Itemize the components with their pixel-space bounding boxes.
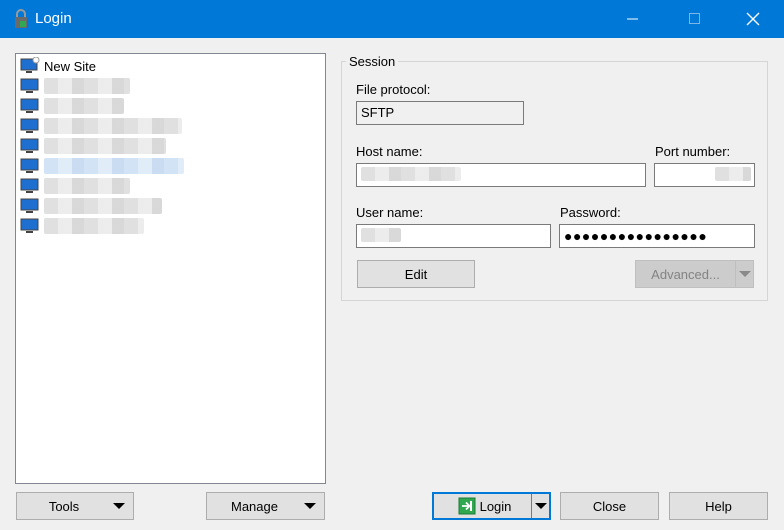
user-name-redacted — [361, 228, 401, 242]
file-protocol-value: SFTP — [361, 105, 395, 120]
site-monitor-icon — [20, 158, 39, 173]
tree-item-label-redacted — [44, 118, 182, 134]
tree-item[interactable] — [20, 216, 144, 236]
site-tree[interactable]: New Site — [15, 53, 326, 484]
tools-button[interactable]: Tools — [16, 492, 134, 520]
edit-button[interactable]: Edit — [357, 260, 475, 288]
manage-button[interactable]: Manage — [206, 492, 325, 520]
minimize-icon — [627, 18, 638, 20]
site-monitor-icon — [20, 178, 39, 193]
tree-item[interactable] — [20, 96, 124, 116]
login-button-label: Login — [479, 498, 512, 514]
tree-item-label-redacted — [44, 138, 166, 154]
title-bar: Login — [0, 0, 784, 38]
tree-item-label-redacted — [44, 158, 184, 174]
password-label: Password: — [560, 205, 621, 220]
maximize-icon — [689, 13, 700, 24]
maximize-button[interactable] — [672, 0, 718, 38]
site-monitor-icon — [20, 78, 39, 93]
session-legend: Session — [346, 54, 399, 69]
tools-button-label: Tools — [48, 498, 80, 514]
minimize-button[interactable] — [610, 0, 656, 38]
help-button[interactable]: Help — [669, 492, 768, 520]
tree-item-selected[interactable] — [20, 156, 184, 176]
login-icon — [458, 497, 476, 515]
login-button[interactable]: Login — [432, 492, 551, 520]
port-number-input[interactable] — [654, 163, 755, 187]
tree-item-new-site[interactable]: New Site — [20, 56, 96, 76]
tree-item[interactable] — [20, 176, 130, 196]
close-icon — [746, 12, 760, 26]
file-protocol-select[interactable]: SFTP — [356, 101, 524, 125]
site-monitor-icon — [20, 218, 39, 233]
user-name-label: User name: — [356, 205, 424, 220]
chevron-down-icon — [534, 503, 547, 509]
advanced-dropdown-arrow[interactable] — [735, 261, 753, 287]
new-site-icon — [20, 57, 40, 73]
tree-item[interactable] — [20, 76, 130, 96]
tree-item-label-redacted — [44, 198, 162, 214]
help-button-label: Help — [705, 498, 732, 514]
tree-item-label-redacted — [44, 98, 124, 114]
tree-item-label-redacted — [44, 218, 144, 234]
chevron-down-icon — [113, 503, 125, 509]
port-number-redacted — [715, 167, 751, 181]
host-name-redacted — [361, 167, 461, 181]
port-number-label: Port number: — [655, 144, 731, 159]
password-value: ●●●●●●●●●●●●●●●● — [564, 228, 708, 244]
host-name-label: Host name: — [356, 144, 423, 159]
tree-item-label-redacted — [44, 78, 130, 94]
site-monitor-icon — [20, 98, 39, 113]
tree-item[interactable] — [20, 136, 166, 156]
advanced-button-label: Advanced... — [651, 266, 720, 282]
close-button[interactable]: Close — [560, 492, 659, 520]
site-monitor-icon — [20, 118, 39, 133]
user-name-input[interactable] — [356, 224, 551, 248]
tree-item[interactable] — [20, 196, 162, 216]
password-input[interactable]: ●●●●●●●●●●●●●●●● — [559, 224, 755, 248]
advanced-button[interactable]: Advanced... — [635, 260, 754, 288]
edit-button-label: Edit — [404, 266, 428, 282]
close-window-button[interactable] — [730, 0, 776, 38]
winscp-lock-icon — [15, 9, 27, 28]
host-name-input[interactable] — [356, 163, 646, 187]
login-dropdown-arrow[interactable] — [531, 494, 549, 518]
tree-item-label-redacted — [44, 178, 130, 194]
tree-item-label: New Site — [44, 58, 97, 74]
file-protocol-label: File protocol: — [356, 82, 431, 97]
tree-item[interactable] — [20, 116, 182, 136]
site-monitor-icon — [20, 138, 39, 153]
site-monitor-icon — [20, 198, 39, 213]
manage-button-label: Manage — [231, 498, 278, 514]
chevron-down-icon — [738, 271, 751, 277]
close-button-label: Close — [592, 498, 627, 514]
window-title: Login — [35, 10, 72, 27]
chevron-down-icon — [304, 503, 316, 509]
